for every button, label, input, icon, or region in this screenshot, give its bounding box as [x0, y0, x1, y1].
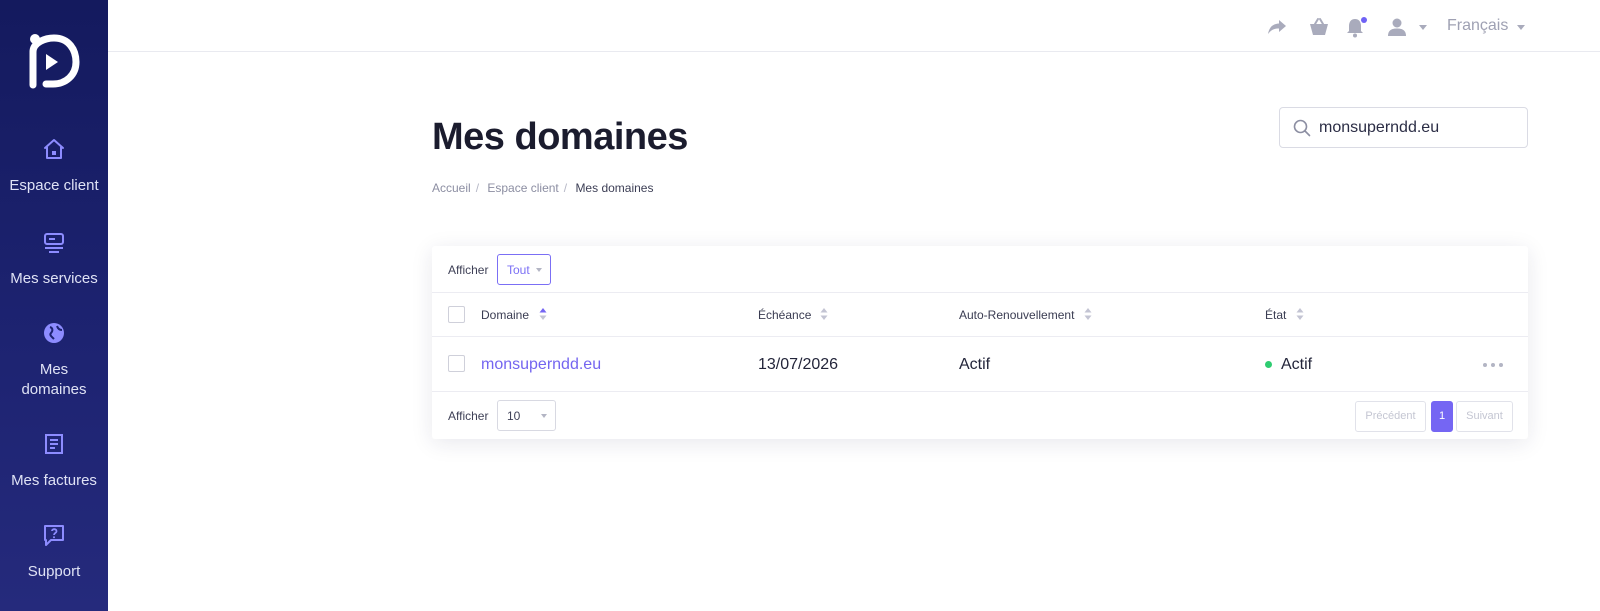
table-row: monsuperndd.eu 13/07/2026 Actif Actif	[432, 337, 1528, 392]
globe-icon	[44, 323, 64, 343]
search-icon	[1293, 119, 1311, 137]
sidebar-item-mes-factures[interactable]: Mes factures	[0, 431, 108, 491]
user-menu-caret-icon[interactable]	[1419, 25, 1427, 30]
page-title: Mes domaines	[432, 116, 688, 158]
home-icon	[44, 139, 64, 159]
expiry-date: 13/07/2026	[758, 356, 839, 373]
language-selector[interactable]: Français	[1447, 17, 1508, 35]
sort-icon[interactable]	[1296, 307, 1304, 321]
status-active-icon	[1265, 361, 1272, 368]
share-icon[interactable]	[1266, 16, 1288, 38]
top-bar	[108, 0, 1600, 52]
column-header-echeance[interactable]: Échéance	[758, 308, 811, 322]
auto-renew-status: Actif	[959, 356, 991, 373]
services-icon	[44, 233, 64, 253]
select-all-checkbox[interactable]	[448, 306, 465, 323]
domains-table-card: Afficher Tout Domaine Échéance Auto-Reno…	[432, 246, 1528, 439]
page-size-select[interactable]: 10	[497, 400, 556, 431]
search-box[interactable]	[1279, 107, 1528, 148]
sidebar-item-label: Support	[27, 563, 81, 580]
pagination-previous-button[interactable]: Précédent	[1355, 401, 1426, 432]
sidebar-item-label: Espace client	[9, 177, 99, 194]
sort-icon[interactable]	[1084, 307, 1092, 321]
basket-icon[interactable]	[1308, 16, 1330, 38]
status-text: Actif	[1281, 356, 1313, 373]
chevron-down-icon	[541, 414, 547, 418]
sort-icon[interactable]	[539, 307, 547, 321]
breadcrumb-separator: /	[475, 181, 480, 195]
sidebar-item-mes-services[interactable]: Mes services	[0, 229, 108, 289]
table-toolbar: Afficher Tout	[432, 246, 1528, 293]
breadcrumb-item-accueil[interactable]: Accueil	[432, 181, 471, 195]
breadcrumb-item-espace-client[interactable]: Espace client	[487, 181, 558, 195]
sort-icon[interactable]	[820, 307, 828, 321]
support-chat-icon	[44, 525, 64, 546]
row-checkbox[interactable]	[448, 355, 465, 372]
table-header: Domaine Échéance Auto-Renouvellement Éta…	[432, 293, 1528, 337]
pagination-page-1-button[interactable]: 1	[1431, 401, 1453, 432]
column-header-auto-renouvellement[interactable]: Auto-Renouvellement	[959, 308, 1074, 322]
sidebar-item-label: Mes services	[10, 270, 98, 287]
table-footer: Afficher 10 Précédent 1 Suivant	[432, 393, 1528, 439]
sidebar: Espace client Mes services Mes domaines …	[0, 0, 108, 611]
sidebar-item-mes-domaines[interactable]: Mes domaines	[0, 320, 108, 400]
chevron-down-icon	[536, 268, 542, 272]
sidebar-item-support[interactable]: Support	[0, 522, 108, 582]
pagination-next-button[interactable]: Suivant	[1456, 401, 1513, 432]
breadcrumb-item-current: Mes domaines	[575, 181, 654, 195]
search-input[interactable]	[1319, 117, 1519, 139]
breadcrumb-separator: /	[563, 181, 568, 195]
filter-select[interactable]: Tout	[497, 254, 551, 285]
row-actions-icon[interactable]	[1482, 355, 1506, 373]
page-size-label: Afficher	[448, 409, 489, 423]
column-header-domaine[interactable]: Domaine	[481, 308, 529, 322]
page-size-value: 10	[507, 409, 521, 423]
sidebar-item-espace-client[interactable]: Espace client	[0, 136, 108, 196]
filter-select-value: Tout	[507, 263, 530, 277]
sidebar-item-label: Mes factures	[11, 472, 97, 489]
breadcrumb: Accueil / Espace client / Mes domaines	[432, 181, 657, 195]
user-icon[interactable]	[1386, 16, 1408, 38]
sidebar-item-label: Mes domaines	[21, 361, 87, 398]
notification-dot	[1361, 17, 1367, 23]
filter-label: Afficher	[448, 263, 489, 277]
logo[interactable]	[24, 30, 80, 92]
language-caret-icon[interactable]	[1517, 25, 1525, 30]
column-header-etat[interactable]: État	[1265, 308, 1286, 322]
domain-link[interactable]: monsuperndd.eu	[481, 356, 601, 374]
invoice-icon	[45, 434, 63, 454]
